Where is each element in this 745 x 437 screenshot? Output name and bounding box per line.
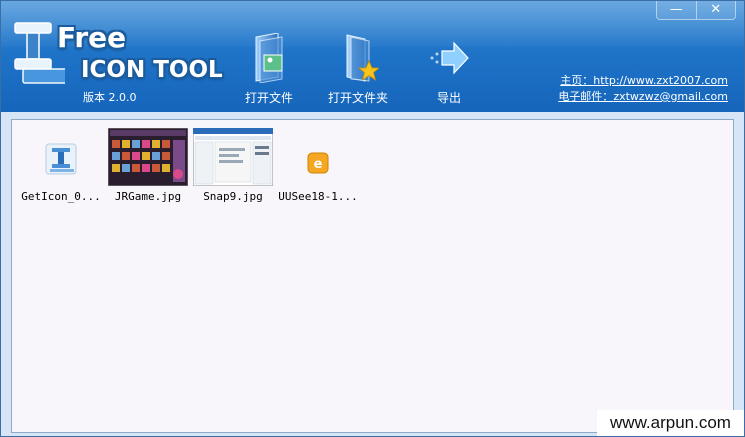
close-button[interactable]: ✕ [696,1,736,20]
file-name: Snap9.jpg [203,190,263,203]
email-row: 电子邮件：zxtwzwz@gmail.com [558,89,728,105]
window-controls: — ✕ [656,1,736,20]
file-item[interactable]: JRGame.jpg [101,128,195,208]
file-name: GetIcon_0... [21,190,101,203]
export-arrow-icon [430,41,469,75]
export-label: 导出 [436,91,461,105]
app-window: — ✕ Free ICON TOOL 版本 2.0.0 打开文件 打开文件夹 导… [0,0,745,437]
image-thumbnail [193,128,273,186]
email-label: 电子邮件： [558,90,614,103]
header-banner: — ✕ Free ICON TOOL 版本 2.0.0 打开文件 打开文件夹 导… [1,1,744,112]
logo-title-text: ICON TOOL [81,57,223,83]
uusee-icon: e [307,152,329,174]
export-button[interactable]: 导出 [413,33,485,105]
homepage-label: 主页： [560,74,594,87]
open-file-icon [255,33,283,83]
logo-free-text: Free [57,21,127,54]
homepage-row: 主页：http://www.zxt2007.com [558,73,728,89]
file-list-panel[interactable]: GetIcon_0... JRGame.jpg Snap9.jpg e UUSe… [11,119,734,433]
image-thumbnail [108,128,188,186]
svg-text:e: e [314,157,323,172]
app-logo: Free ICON TOOL [13,19,233,89]
file-item[interactable]: e UUSee18-1... [271,128,365,208]
open-folder-label: 打开文件夹 [327,91,388,105]
app-icon [45,143,77,175]
open-folder-button[interactable]: 打开文件夹 [325,33,391,105]
watermark-text: www.arpun.com [597,410,744,436]
homepage-link[interactable]: http://www.zxt2007.com [593,74,728,87]
email-link[interactable]: zxtwzwz@gmail.com [613,90,728,103]
contact-links: 主页：http://www.zxt2007.com 电子邮件：zxtwzwz@g… [558,73,728,105]
open-file-button[interactable]: 打开文件 [233,33,305,105]
file-name: JRGame.jpg [114,190,182,203]
file-item[interactable]: GetIcon_0... [14,128,108,208]
open-folder-icon [346,34,379,82]
open-file-label: 打开文件 [244,91,293,105]
minimize-button[interactable]: — [656,1,697,20]
file-name: UUSee18-1... [278,190,358,203]
version-label: 版本 2.0.0 [83,91,137,104]
file-item[interactable]: Snap9.jpg [186,128,280,208]
